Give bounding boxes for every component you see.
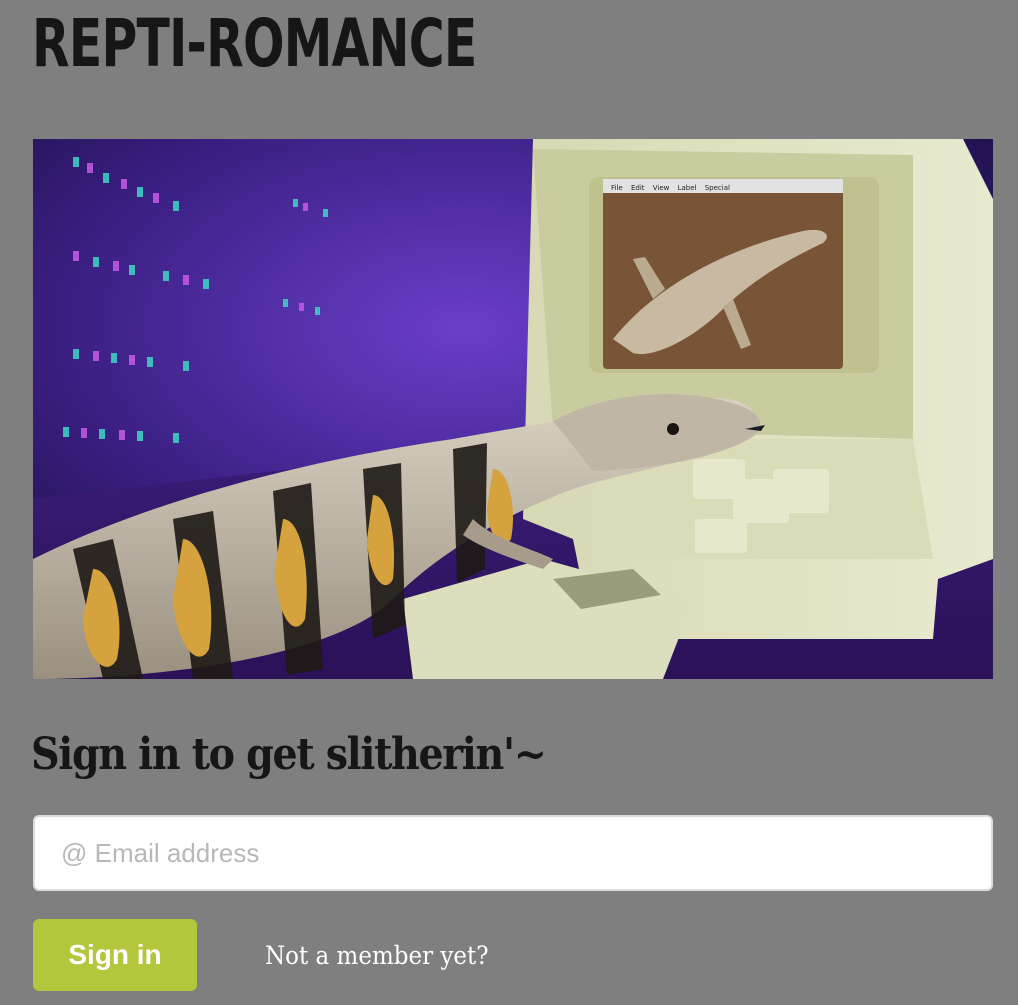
signin-button[interactable]: Sign in (33, 919, 197, 991)
screen-menu-edit: Edit (631, 184, 645, 192)
screen-menu-special: Special (705, 184, 730, 192)
screen-menu-view: View (653, 184, 670, 192)
screen-menu-file: File (611, 184, 623, 192)
hero-image: File Edit View Label Special (33, 139, 993, 679)
site-logo: REPTI-ROMANCE (32, 5, 477, 82)
screen-menu-label: Label (678, 184, 697, 192)
signup-link[interactable]: Not a member yet? (265, 936, 489, 976)
signin-heading: Sign in to get slitherin'~ (31, 729, 547, 780)
email-field[interactable] (33, 815, 993, 891)
